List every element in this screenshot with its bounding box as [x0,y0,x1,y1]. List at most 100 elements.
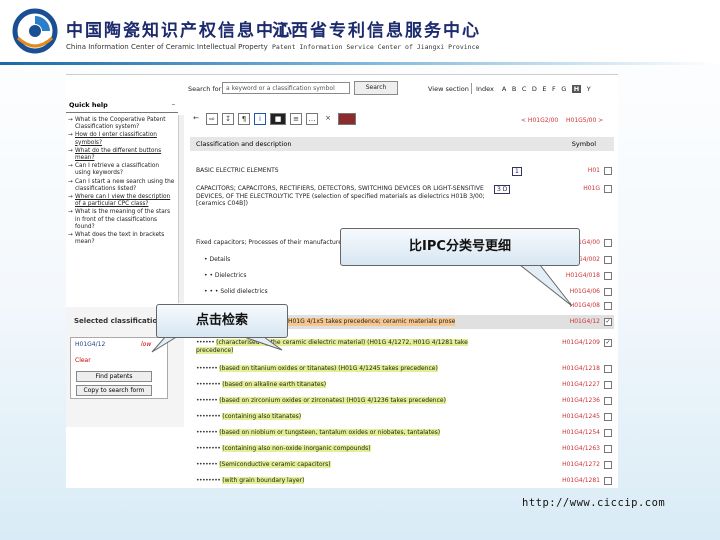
search-bar: Search for a keyword or a classification… [66,81,618,97]
row-checkbox[interactable] [604,397,612,405]
table-row[interactable]: CAPACITORS; CAPACITORS, RECTIFIERS, DETE… [190,185,614,215]
table-row[interactable]: •••••••• (containing also non-oxide inor… [190,445,614,455]
row-desc: (containing also titanates) [222,413,302,420]
row-checkbox[interactable] [604,239,612,247]
table-row[interactable]: • • Dielectrics H01G4/018 [190,272,614,282]
row-symbol[interactable]: H01G4/1245 [562,413,600,420]
table-row[interactable]: •••••••• (with grain boundary layer) H01… [190,477,614,487]
table-row[interactable]: ••••••• (Semiconductive ceramic capacito… [190,461,614,471]
letter-a[interactable]: A [502,85,506,93]
row-symbol[interactable]: H01G4/1263 [562,445,600,452]
index-link[interactable]: Index [476,85,494,93]
row-checkbox[interactable] [604,445,612,453]
table-row[interactable]: ••••••• (based on titanium oxides or tit… [190,365,614,375]
letter-b[interactable]: B [512,85,516,93]
row-checkbox[interactable] [604,256,612,264]
footer-url[interactable]: http://www.ciccip.com [522,497,665,509]
row-symbol[interactable]: H01G4/1236 [562,397,600,404]
table-row[interactable]: •••••••• (containing also titanates) H01… [190,413,614,423]
row-checkbox[interactable] [604,185,612,193]
letter-e[interactable]: E [542,85,546,93]
quick-help-item[interactable]: What do the different buttons mean? [68,148,176,162]
row-symbol[interactable]: H01G4/08 [570,302,600,309]
row-symbol[interactable]: H01G4/1218 [562,365,600,372]
row-desc: (based on niobium or tungsteen, tantalum… [219,429,441,436]
table-row[interactable]: •••••••• (based on alkaline earth titana… [190,381,614,391]
row-checkbox[interactable] [604,167,612,175]
header-banner: 中国陶瓷知识产权信息中心 China Information Center of… [0,0,720,62]
quick-help-item[interactable]: What is the Cooperative Patent Classific… [68,117,176,131]
row-checkbox[interactable] [604,381,612,389]
row-symbol[interactable]: H01G4/12 [570,318,600,325]
selected-code[interactable]: H01G4/12 [75,341,105,348]
quick-help-item[interactable]: Can I start a new search using the class… [68,179,176,193]
toolbar: ← ⇨ ↧ ¶ i ■ ≡ … × [190,113,360,127]
col-classification: Classification and description [196,140,292,148]
letter-g[interactable]: G [561,85,566,93]
row-symbol[interactable]: H01G4/018 [566,272,600,279]
row-symbol[interactable]: H01G [583,185,600,192]
table-row[interactable]: • • • Solid dielectrics H01G4/06 [190,288,614,298]
view-section-link[interactable]: View section [428,85,469,93]
table-header: Classification and description Symbol [190,137,614,151]
prev-group-link[interactable]: < H01G2/00 [521,117,558,124]
close-icon[interactable]: × [322,113,334,125]
quick-help-item[interactable]: Can I retrieve a classification using ke… [68,163,176,177]
row-text: •••••••• (containing also titanates) [196,413,302,420]
letter-d[interactable]: D [532,85,537,93]
notes-icon[interactable]: ¶ [238,113,250,125]
row-checkbox[interactable] [604,413,612,421]
row-checkbox[interactable] [604,365,612,373]
quick-help-item[interactable]: What does the text in brackets mean? [68,232,176,246]
find-patents-button[interactable]: Find patents [76,371,152,382]
row-desc: (based on zirconium oxides or zirconates… [219,397,446,404]
row-text: •••••••• (with grain boundary layer) [196,477,305,484]
red-tag-icon[interactable] [338,113,356,125]
collapse-icon[interactable]: ↧ [222,113,234,125]
next-group-link[interactable]: H01G5/00 > [566,117,603,124]
row-symbol[interactable]: H01G4/1209 [562,339,600,346]
row-symbol[interactable]: H01 [588,167,600,174]
forward-icon[interactable]: ⇨ [206,113,218,125]
row-checkbox[interactable] [604,461,612,469]
collapse-icon[interactable]: – [172,100,175,108]
table-row[interactable]: BASIC ELECTRIC ELEMENTS 1 H01 [190,167,614,179]
row-checkbox[interactable] [604,429,612,437]
section-letters: Index A B C D E F G H Y [476,85,596,93]
letter-h[interactable]: H [571,85,582,93]
search-label: Search for [188,85,222,93]
row-checkbox[interactable] [604,272,612,280]
row-checkbox[interactable]: ✓ [604,318,612,326]
back-icon[interactable]: ← [190,113,202,125]
copy-to-search-button[interactable]: Copy to search form [76,385,152,396]
table-row[interactable]: ••••••• (based on niobium or tungsteen, … [190,429,614,439]
list-icon[interactable]: ≡ [290,113,302,125]
letter-f[interactable]: F [552,85,556,93]
row-checkbox[interactable] [604,302,612,310]
ipc-icon[interactable]: ■ [270,113,286,125]
info-icon[interactable]: i [254,113,266,125]
row-checkbox[interactable]: ✓ [604,339,612,347]
row-symbol[interactable]: H01G4/1281 [562,477,600,484]
row-symbol[interactable]: H01G4/1272 [562,461,600,468]
table-row[interactable]: ••••••• (based on zirconium oxides or zi… [190,397,614,407]
row-text: CAPACITORS; CAPACITORS, RECTIFIERS, DETE… [196,185,485,207]
quick-help-scrollbar[interactable] [178,115,184,303]
row-badge: 3 D [494,185,511,194]
search-button[interactable]: Search [354,81,398,95]
row-text: • • • Solid dielectrics [204,288,268,295]
quick-help-item[interactable]: How do I enter classification symbols? [68,132,176,146]
clear-link[interactable]: Clear [75,357,91,364]
row-checkbox[interactable] [604,288,612,296]
search-input[interactable]: a keyword or a classification symbol [222,82,350,94]
row-checkbox[interactable] [604,477,612,485]
more-icon[interactable]: … [306,113,318,125]
letter-c[interactable]: C [522,85,527,93]
letter-y[interactable]: Y [587,85,591,93]
row-symbol[interactable]: H01G4/06 [570,288,600,295]
row-symbol[interactable]: H01G4/1254 [562,429,600,436]
quick-help-item[interactable]: Where can I view the description of a pa… [68,194,176,208]
quick-help-item[interactable]: What is the meaning of the stars in fron… [68,209,176,231]
row-symbol[interactable]: H01G4/1227 [562,381,600,388]
table-row[interactable]: •••••• (characterised by the ceramic die… [190,339,614,355]
